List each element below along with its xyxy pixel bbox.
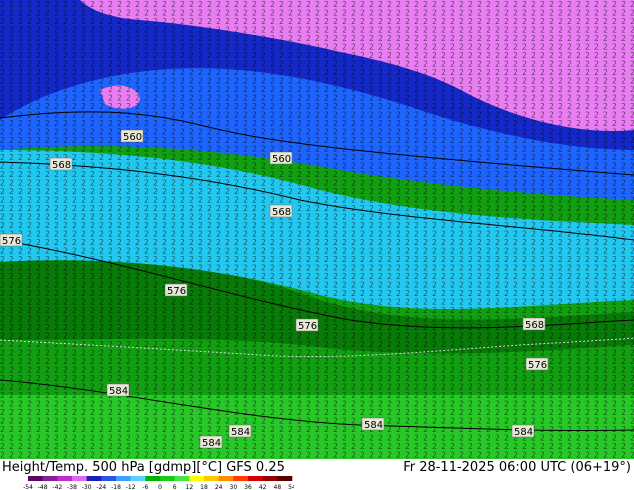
- colorbar-tick-label: -30: [82, 484, 92, 490]
- colorbar-swatch: [189, 476, 205, 481]
- colorbar-tick-label: -48: [38, 484, 48, 490]
- svg-text:584: 584: [202, 438, 221, 449]
- contour-label-11: 584: [228, 424, 252, 438]
- contour-label-8: 568: [522, 317, 546, 331]
- colorbar-tick-label: 36: [244, 484, 252, 490]
- map-timestamp: Fr 28-11-2025 06:00 UTC (06+19°): [403, 460, 631, 475]
- map-canvas: 2 560 560 568 568 576 576 576: [0, 0, 634, 459]
- contour-label-6: 576: [164, 283, 188, 297]
- svg-text:576: 576: [2, 236, 21, 247]
- colorbar-tick-label: 24: [215, 484, 223, 490]
- svg-text:568: 568: [525, 320, 544, 331]
- colorbar-tick-label: -24: [96, 484, 106, 490]
- svg-text:576: 576: [167, 286, 186, 297]
- colorbar-swatch: [42, 476, 58, 481]
- colorbar-swatch: [277, 476, 293, 481]
- colorbar-tick-label: 18: [200, 484, 208, 490]
- colorbar-swatch: [262, 476, 278, 481]
- contour-label-14: 584: [199, 435, 223, 449]
- colorbar-tick-label: -38: [67, 484, 77, 490]
- colorbar-tick-label: -12: [126, 484, 136, 490]
- colorbar-tick-label: -54: [23, 484, 33, 490]
- map-title: Height/Temp. 500 hPa [gdmp][°C] GFS 0.25: [2, 460, 285, 475]
- colorbar-tick-label: 12: [186, 484, 194, 490]
- colorbar-tick-label: 30: [230, 484, 238, 490]
- colorbar-swatch: [86, 476, 102, 481]
- contour-label-10: 584: [106, 383, 130, 397]
- contour-label-4: 568: [269, 204, 293, 218]
- colorbar-tick-label: 0: [158, 484, 162, 490]
- colorbar-swatch: [248, 476, 263, 481]
- colorbar-swatch: [233, 476, 249, 481]
- colorbar-swatch: [57, 476, 73, 481]
- contour-label-12: 584: [361, 417, 385, 431]
- colorbar-swatch: [174, 476, 190, 481]
- colorbar-tick-label: 54: [288, 484, 294, 490]
- colorbar-swatch: [160, 476, 175, 481]
- colorbar-swatch: [101, 476, 117, 481]
- svg-text:576: 576: [528, 360, 547, 371]
- contour-label-5: 576: [0, 233, 23, 247]
- svg-text:568: 568: [272, 207, 291, 218]
- contour-label-2: 560: [269, 151, 293, 165]
- colorbar-swatch: [145, 476, 161, 481]
- contour-label-9: 576: [525, 357, 549, 371]
- colorbar-swatch: [116, 476, 131, 481]
- colorbar-tick-label: 48: [274, 484, 282, 490]
- svg-text:560: 560: [272, 154, 291, 165]
- svg-text:576: 576: [298, 321, 317, 332]
- colorbar-tick-label: -18: [111, 484, 121, 490]
- contour-label-1: 560: [120, 129, 144, 143]
- colorbar-swatch: [130, 476, 146, 481]
- contour-label-7: 576: [295, 318, 319, 332]
- colorbar-swatch: [218, 476, 234, 481]
- colorbar-tick-label: 6: [173, 484, 177, 490]
- svg-text:560: 560: [123, 132, 142, 143]
- colorbar-swatch: [28, 476, 43, 481]
- svg-text:584: 584: [109, 386, 128, 397]
- svg-text:584: 584: [514, 427, 533, 438]
- color-legend: -54 -48 -42 -38 -30 -24 -18 -12 -6 0 6 12 18 24 30 36 42…: [23, 476, 294, 490]
- footer-bar: Height/Temp. 500 hPa [gdmp][°C] GFS 0.25…: [0, 459, 634, 490]
- weather-map: 2 560 560 568 568 576 576 576: [0, 0, 634, 459]
- contour-label-3: 568: [49, 157, 73, 171]
- colorbar-tick-label: -6: [142, 484, 148, 490]
- colorbar-tick-label: -42: [52, 484, 62, 490]
- contour-label-13: 584: [511, 424, 535, 438]
- svg-text:584: 584: [231, 427, 250, 438]
- colorbar-swatch: [204, 476, 219, 481]
- svg-text:568: 568: [52, 160, 71, 171]
- colorbar-swatch: [72, 476, 87, 481]
- svg-text:584: 584: [364, 420, 383, 431]
- colorbar-tick-label: 42: [259, 484, 267, 490]
